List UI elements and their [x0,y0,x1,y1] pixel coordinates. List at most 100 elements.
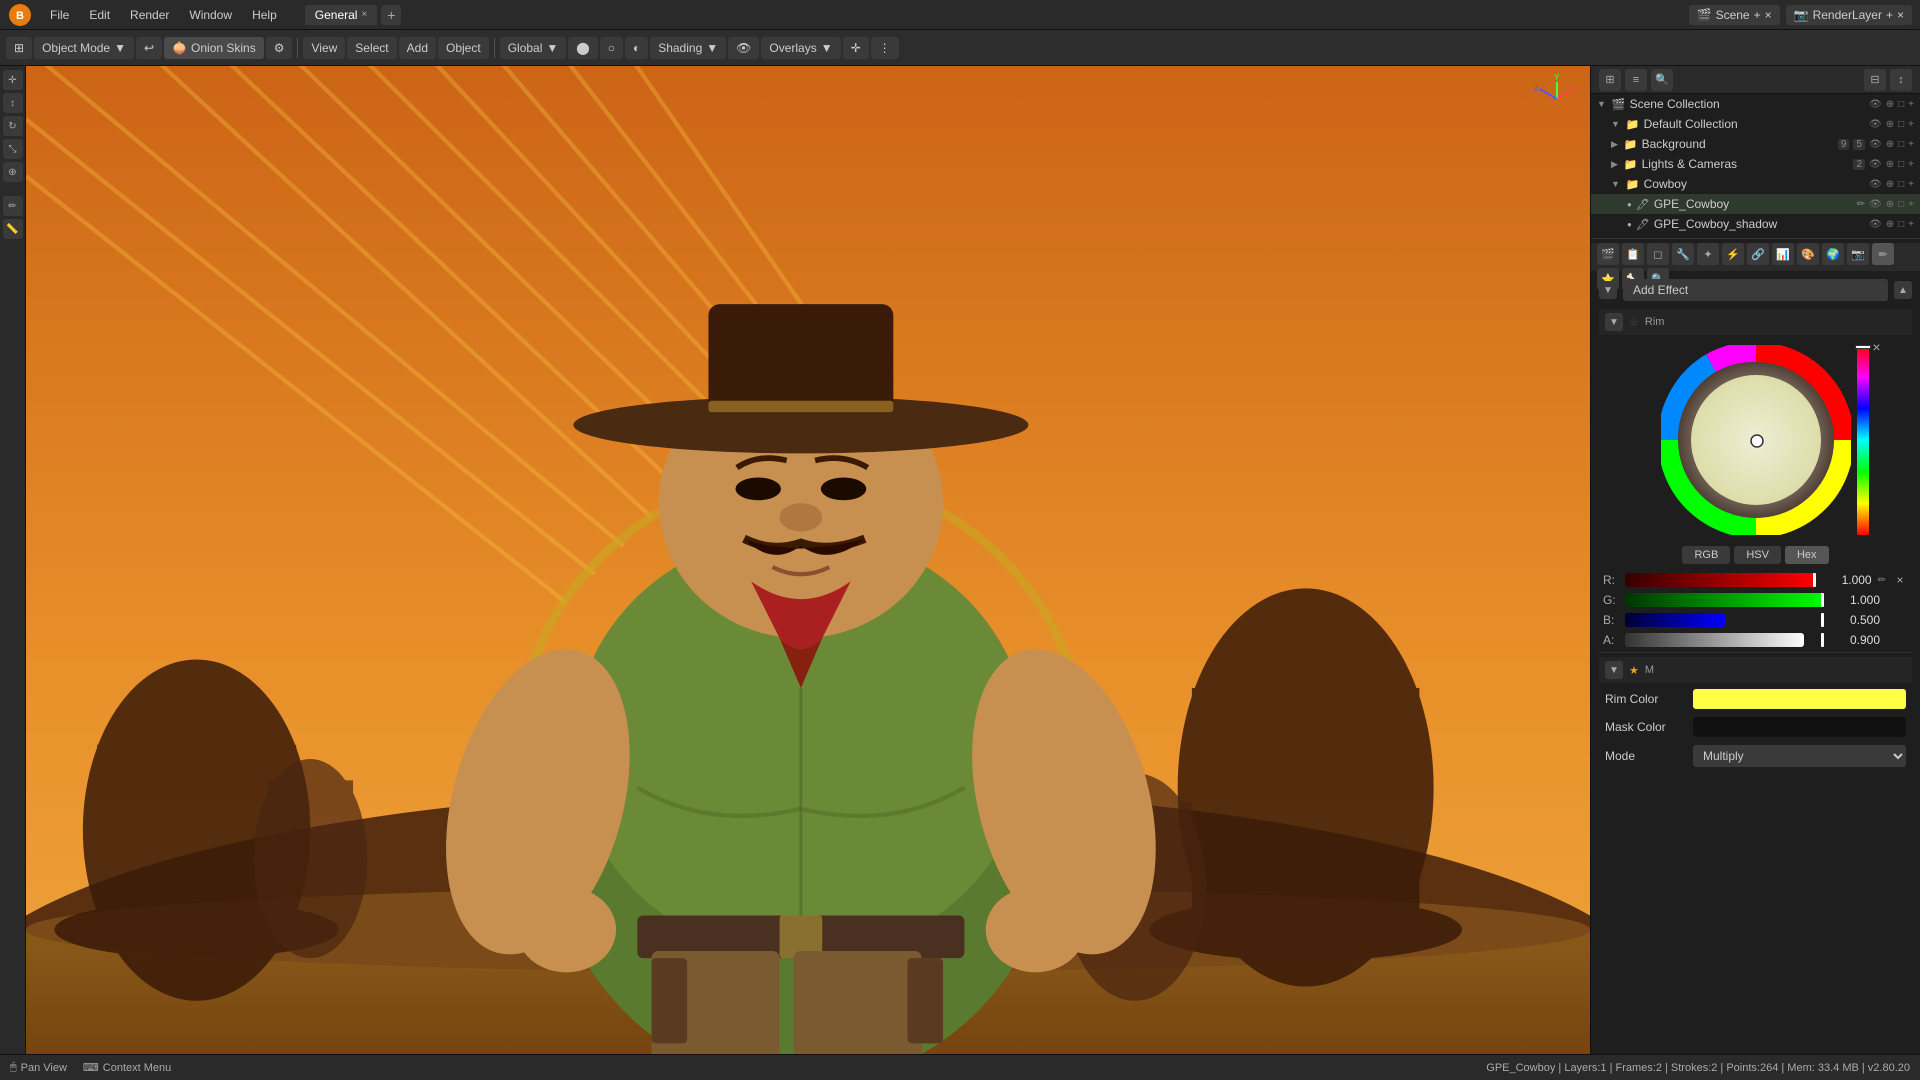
gpe-cowboy-shadow-restrict3[interactable]: + [1908,219,1914,230]
default-collection-restrict3[interactable]: + [1908,119,1914,130]
view-history-button[interactable]: ↩ [136,37,162,59]
outliner-sort-btn[interactable]: ↕ [1890,69,1912,91]
gpe-cowboy-shadow-item[interactable]: ● 🖊 GPE_Cowboy_shadow 👁 ⊕ □ + [1591,214,1920,234]
overlays-selector[interactable]: Overlays ▼ [761,37,840,59]
channel-a-close[interactable] [1892,632,1908,648]
menu-window[interactable]: Window [181,5,240,25]
workspace-tab-general[interactable]: General × [305,5,378,25]
prop-icon-particles[interactable]: ✦ [1697,243,1719,265]
cowboy-eye[interactable]: 👁 [1869,179,1882,190]
outliner-icon-btn1[interactable]: ⊞ [1599,69,1621,91]
menu-help[interactable]: Help [244,5,285,25]
cowboy-toggle[interactable]: ▼ [1611,179,1620,189]
menu-file[interactable]: File [42,5,77,25]
onion-skins-button[interactable]: 🧅 Onion Skins [164,37,264,59]
gpe-cowboy-item[interactable]: ● 🖊 GPE_Cowboy ✏ 👁 ⊕ □ + [1591,194,1920,214]
gpe-cowboy-shadow-restrict1[interactable]: ⊕ [1886,219,1894,230]
gpe-cowboy-eye[interactable]: 👁 [1869,199,1882,210]
scene-collection-toggle[interactable]: ▼ [1597,99,1606,109]
left-cursor-tool[interactable]: ✛ [3,70,23,90]
channel-r-edit-icon[interactable]: ✏ [1878,575,1886,586]
renderlayer-add-icon[interactable]: + [1886,8,1893,22]
channel-a-slider[interactable] [1625,633,1824,647]
color-picker-dot[interactable] [1751,435,1763,447]
background-restrict1[interactable]: ⊕ [1886,139,1894,150]
default-collection-toggle[interactable]: ▼ [1611,119,1620,129]
channel-b-close[interactable] [1892,612,1908,628]
left-rotate-tool[interactable]: ↻ [3,116,23,136]
cowboy-collection-item[interactable]: ▼ 📁 Cowboy 👁 ⊕ □ + [1591,174,1920,194]
background-toggle[interactable]: ▶ [1611,139,1618,150]
lights-cameras-restrict2[interactable]: □ [1898,159,1904,170]
channel-r-slider[interactable] [1625,573,1816,587]
color-mode-hex[interactable]: Hex [1785,546,1829,564]
scene-collection-restrict3[interactable]: + [1908,99,1914,110]
left-measure-tool[interactable]: 📏 [3,219,23,239]
viewport[interactable]: X Y Z [26,66,1590,1054]
lights-cameras-eye[interactable]: 👁 [1869,159,1882,170]
left-move-tool[interactable]: ↕ [3,93,23,113]
add-menu-button[interactable]: Add [399,37,436,59]
view-menu-button[interactable]: View [303,37,345,59]
viewport-extra-btn[interactable]: ⋮ [871,37,899,59]
mask-color-swatch[interactable] [1693,717,1906,737]
prop-icon-modifier[interactable]: 🔧 [1672,243,1694,265]
object-mode-selector[interactable]: Object Mode ▼ [34,37,134,59]
effect-chevron-btn[interactable]: ▼ [1599,281,1617,299]
global-selector[interactable]: Global ▼ [500,37,567,59]
effect-expand-btn[interactable]: ▲ [1894,281,1912,299]
scene-selector[interactable]: 🎬 Scene + × [1689,5,1780,25]
viewport-display-btn3[interactable]: ◐ [625,37,648,59]
channel-g-slider[interactable] [1625,593,1824,607]
workspace-tab-close[interactable]: × [361,9,367,20]
gpe-cowboy-shadow-restrict2[interactable]: □ [1898,219,1904,230]
outliner-icon-btn3[interactable]: 🔍 [1651,69,1673,91]
left-annotation-tool[interactable]: ✏ [3,196,23,216]
color-mode-rgb[interactable]: RGB [1682,546,1730,564]
scene-collection-item[interactable]: ▼ 🎬 Scene Collection 👁 ⊕ □ + [1591,94,1920,114]
scene-collection-restrict1[interactable]: ⊕ [1886,99,1894,110]
channel-g-close[interactable] [1892,592,1908,608]
prop-icon-object[interactable]: ◻ [1647,243,1669,265]
add-effect-button[interactable]: Add Effect [1623,279,1888,301]
gpe-cowboy-restrict3[interactable]: + [1908,199,1914,210]
prop-icon-physics[interactable]: ⚡ [1722,243,1744,265]
background-collection-item[interactable]: ▶ 📁 Background 9 5 👁 ⊕ □ + [1591,134,1920,154]
left-scale-tool[interactable]: ⤡ [3,139,23,159]
default-collection-restrict1[interactable]: ⊕ [1886,119,1894,130]
effect1-star-icon[interactable]: ☆ [1629,316,1639,329]
select-menu-button[interactable]: Select [347,37,396,59]
color-wheel-close-btn[interactable]: × [1872,339,1880,355]
lights-cameras-restrict1[interactable]: ⊕ [1886,159,1894,170]
cowboy-restrict3[interactable]: + [1908,179,1914,190]
color-wheel-svg[interactable] [1661,345,1851,535]
background-eye[interactable]: 👁 [1869,139,1882,150]
menu-edit[interactable]: Edit [81,5,118,25]
channel-b-slider[interactable] [1625,613,1824,627]
prop-icon-stroke[interactable]: ✏ [1872,243,1894,265]
gpe-cowboy-restrict2[interactable]: □ [1898,199,1904,210]
viewport-icon-button[interactable]: ⊞ [6,37,32,59]
effect2-chevron[interactable]: ▼ [1605,661,1623,679]
effect1-chevron[interactable]: ▼ [1605,313,1623,331]
gpe-cowboy-shadow-eye[interactable]: 👁 [1869,219,1882,230]
prop-icon-layer[interactable]: 📋 [1622,243,1644,265]
cowboy-restrict1[interactable]: ⊕ [1886,179,1894,190]
prop-icon-scene[interactable]: 🎬 [1597,243,1619,265]
shading-selector[interactable]: Shading ▼ [650,37,726,59]
background-restrict2[interactable]: □ [1898,139,1904,150]
renderlayer-close-icon[interactable]: × [1897,8,1904,22]
show-overlays-btn[interactable]: 👁 [728,37,759,59]
scene-collection-restrict2[interactable]: □ [1898,99,1904,110]
prop-icon-material[interactable]: 🎨 [1797,243,1819,265]
hue-strip[interactable] [1857,345,1869,535]
outliner-icon-btn2[interactable]: ≡ [1625,69,1647,91]
mode-select[interactable]: Multiply Add Subtract Screen Overlay [1693,745,1906,767]
channel-r-close[interactable]: × [1892,572,1908,588]
lights-cameras-restrict3[interactable]: + [1908,159,1914,170]
outliner-filter-btn[interactable]: ⊟ [1864,69,1886,91]
scene-close-icon[interactable]: × [1765,8,1772,22]
scene-add-icon[interactable]: + [1754,8,1761,22]
left-transform-tool[interactable]: ⊕ [3,162,23,182]
cowboy-restrict2[interactable]: □ [1898,179,1904,190]
